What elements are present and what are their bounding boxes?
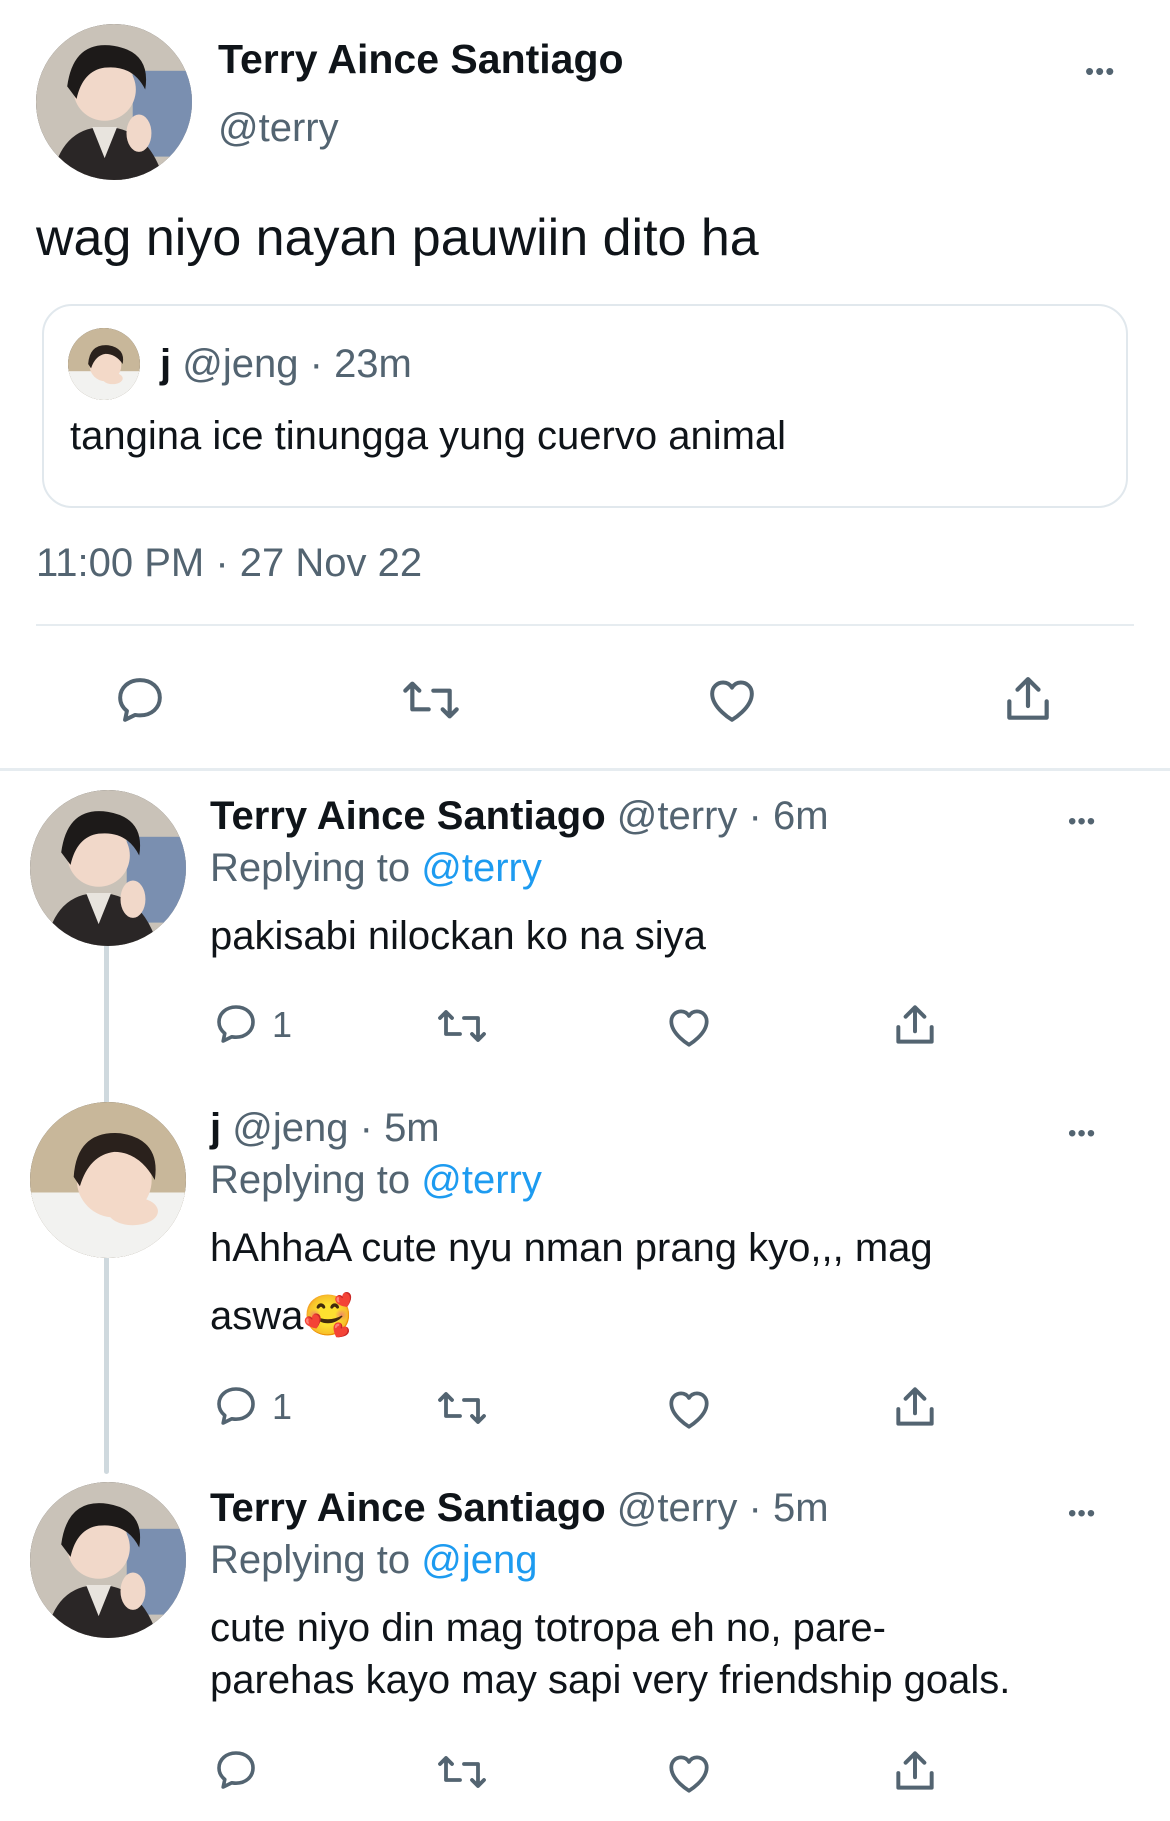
quoted-tweet-text: tangina ice tinungga yung cuervo animal (70, 414, 787, 458)
quoted-display-name: j (160, 342, 172, 386)
reply2-reply-count: 1 (272, 1386, 293, 1427)
replying-to-handle[interactable]: @jeng (421, 1538, 537, 1582)
heart-icon[interactable] (704, 672, 760, 728)
retweet-arrows-icon[interactable] (434, 1002, 490, 1050)
reply2-replying-to: Replying to @terry (210, 1158, 542, 1203)
replying-to-handle[interactable]: @terry (421, 1158, 542, 1202)
reply3-text-line2: parehas kayo may sapi very friendship go… (210, 1658, 1011, 1702)
more-dots-icon[interactable]: ••• (1068, 810, 1096, 834)
reply1-time[interactable]: 6m (773, 794, 829, 838)
main-tweet-bottom-divider (0, 768, 1170, 771)
retweet-arrows-icon[interactable] (434, 1384, 490, 1432)
quoted-tweet-card[interactable] (42, 304, 1128, 508)
reply3-separator: · (748, 1486, 762, 1530)
share-upload-icon[interactable] (890, 1000, 940, 1050)
reply2-display-name[interactable]: j (210, 1106, 221, 1150)
avatar-terry-image (30, 1482, 186, 1638)
avatar-jeng-image (30, 1102, 186, 1258)
main-handle[interactable]: @terry (218, 106, 339, 151)
reply-bubble-icon[interactable] (112, 672, 168, 728)
heart-icon[interactable] (664, 1748, 714, 1798)
avatar-jeng-image (68, 328, 140, 400)
reply1-text: pakisabi nilockan ko na siya (210, 914, 706, 958)
reply3-time[interactable]: 5m (773, 1486, 829, 1530)
reply-bubble-icon[interactable] (212, 1746, 260, 1794)
avatar-jeng-reply2[interactable] (30, 1102, 186, 1258)
share-upload-icon[interactable] (1000, 670, 1056, 728)
reply2-header: j @jeng · 5m (210, 1106, 440, 1151)
avatar-terry-reply1[interactable] (30, 790, 186, 946)
reply3-handle[interactable]: @terry (617, 1486, 738, 1530)
avatar-terry-image (30, 790, 186, 946)
reply1-separator: · (748, 794, 762, 838)
reply1-replying-to: Replying to @terry (210, 846, 542, 891)
quoted-header: j @jeng · 23m (160, 342, 412, 387)
more-dots-icon[interactable]: ••• (1068, 1502, 1096, 1526)
share-upload-icon[interactable] (890, 1382, 940, 1432)
reply2-text-line2: aswa🥰 (210, 1294, 354, 1338)
more-dots-icon[interactable]: ••• (1068, 1122, 1096, 1146)
reply-bubble-icon[interactable] (212, 1382, 260, 1430)
reply3-replying-to: Replying to @jeng (210, 1538, 537, 1583)
reply1-handle[interactable]: @terry (617, 794, 738, 838)
heart-icon[interactable] (664, 1384, 714, 1434)
reply2-time[interactable]: 5m (384, 1106, 440, 1150)
main-tweet-text: wag niyo nayan pauwiin dito ha (36, 209, 759, 267)
reply3-display-name[interactable]: Terry Aince Santiago (210, 1486, 606, 1530)
more-dots-icon[interactable]: ••• (1085, 58, 1115, 84)
replying-to-label: Replying to (210, 1158, 411, 1202)
quoted-separator: · (309, 342, 323, 386)
quoted-handle: @jeng (182, 342, 299, 386)
reply1-display-name[interactable]: Terry Aince Santiago (210, 794, 606, 838)
avatar-terry-reply3[interactable] (30, 1482, 186, 1638)
heart-icon[interactable] (664, 1002, 714, 1052)
retweet-arrows-icon[interactable] (400, 672, 462, 728)
reply3-text-line1: cute niyo din mag totropa eh no, pare- (210, 1606, 886, 1650)
share-upload-icon[interactable] (890, 1746, 940, 1796)
reply2-separator: · (359, 1106, 373, 1150)
main-display-name[interactable]: Terry Aince Santiago (218, 36, 624, 83)
retweet-arrows-icon[interactable] (434, 1748, 490, 1796)
avatar-terry-main[interactable] (36, 24, 192, 180)
reply-bubble-icon[interactable] (212, 1000, 260, 1048)
timestamp-divider (36, 624, 1134, 626)
reply1-header: Terry Aince Santiago @terry · 6m (210, 794, 829, 839)
replying-to-handle[interactable]: @terry (421, 846, 542, 890)
avatar-terry-image (36, 24, 192, 180)
quoted-time: 23m (334, 342, 412, 386)
reply3-header: Terry Aince Santiago @terry · 5m (210, 1486, 829, 1531)
replying-to-label: Replying to (210, 846, 411, 890)
replying-to-label: Replying to (210, 1538, 411, 1582)
main-timestamp[interactable]: 11:00 PM · 27 Nov 22 (36, 541, 422, 586)
reply1-reply-count: 1 (272, 1004, 293, 1045)
reply2-text-line1: hAhhaA cute nyu nman prang kyo,,, mag (210, 1226, 933, 1270)
avatar-jeng-quoted[interactable] (68, 328, 140, 400)
reply2-handle[interactable]: @jeng (232, 1106, 348, 1150)
